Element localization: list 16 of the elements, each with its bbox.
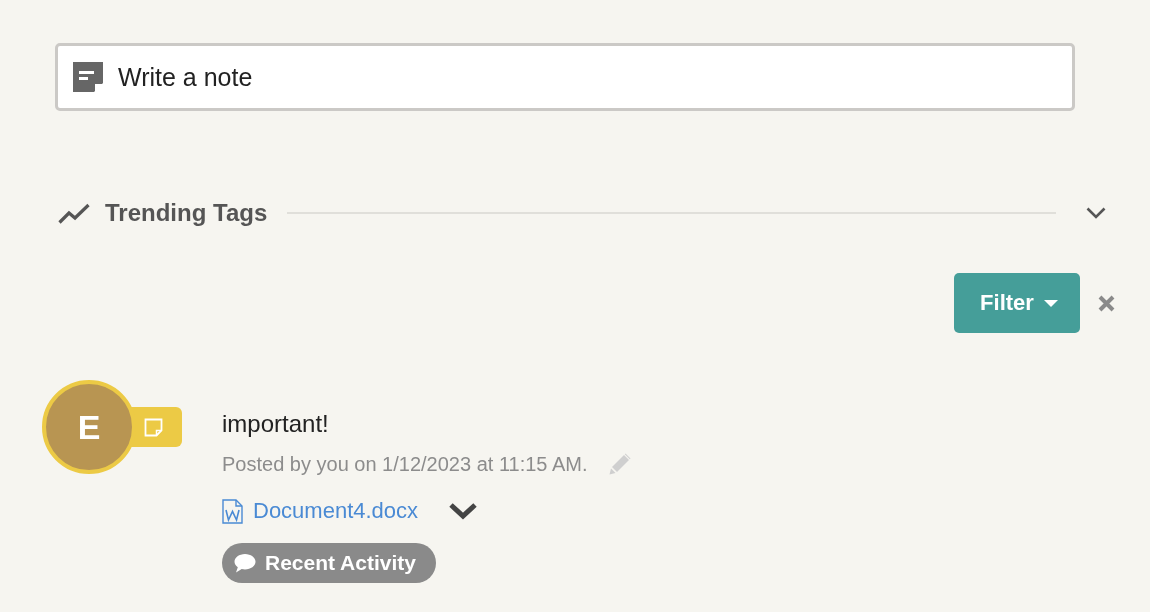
chevron-icon [1086, 207, 1106, 219]
trend-line-icon [58, 202, 90, 224]
section-title: Trending Tags [105, 198, 268, 228]
note-icon [73, 62, 103, 92]
word-document-icon [222, 498, 243, 524]
caret-icon [1043, 299, 1058, 307]
post-title: important! [222, 410, 329, 438]
speech-bubble-icon [234, 553, 256, 573]
note-input-field[interactable]: Write a note [55, 43, 1075, 111]
chevron-icon[interactable] [448, 502, 479, 520]
post-meta: Posted by you on 1/12/2023 at 11:15 AM. [222, 452, 588, 476]
recent-activity-button[interactable]: Recent Activity [222, 543, 436, 583]
expand-button[interactable] [1086, 207, 1106, 219]
attachment-link[interactable]: Document4.docx [222, 498, 419, 524]
close-icon[interactable] [1098, 294, 1115, 312]
filter-button[interactable]: Filter [954, 273, 1080, 333]
